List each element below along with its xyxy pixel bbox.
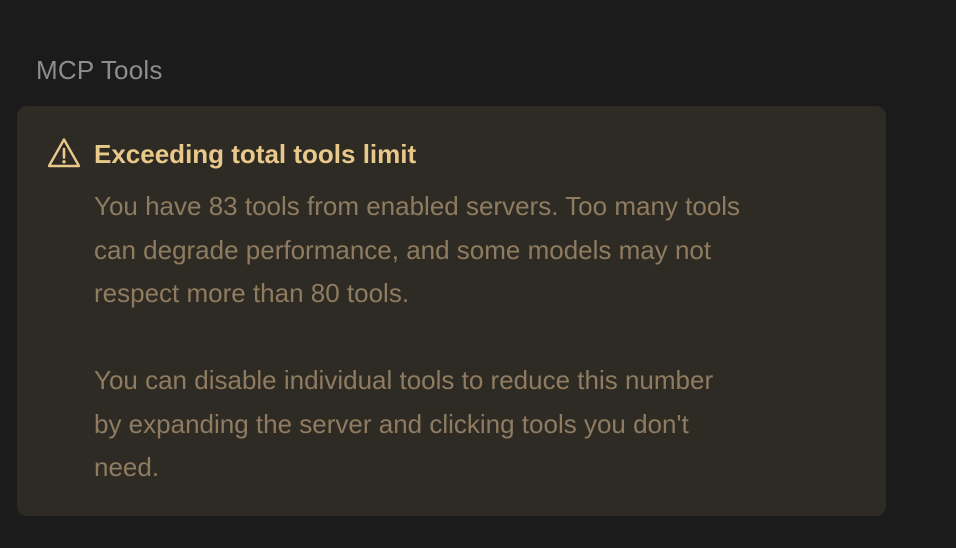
warning-paragraph-instructions: You can disable individual tools to redu… [94, 359, 874, 490]
section-title: MCP Tools [36, 55, 163, 85]
warning-message: You have 83 tools from enabled servers. … [94, 185, 874, 490]
warning-triangle-icon [47, 137, 81, 169]
warning-line: You can disable individual tools to redu… [94, 365, 714, 395]
warning-title: Exceeding total tools limit [94, 139, 417, 169]
settings-page: MCP Tools Exceeding total tools limit Yo… [0, 0, 956, 548]
warning-line: You have 83 tools from enabled servers. … [94, 191, 741, 221]
warning-line: by expanding the server and clicking too… [94, 408, 689, 439]
warning-line: respect more than 80 tools. [94, 278, 410, 308]
warning-line: can degrade performance, and some models… [94, 234, 712, 265]
warning-line: need. [94, 452, 160, 482]
warning-paragraph-tool-count: You have 83 tools from enabled servers. … [94, 185, 874, 316]
tools-limit-warning: Exceeding total tools limit You have 83 … [17, 106, 886, 516]
